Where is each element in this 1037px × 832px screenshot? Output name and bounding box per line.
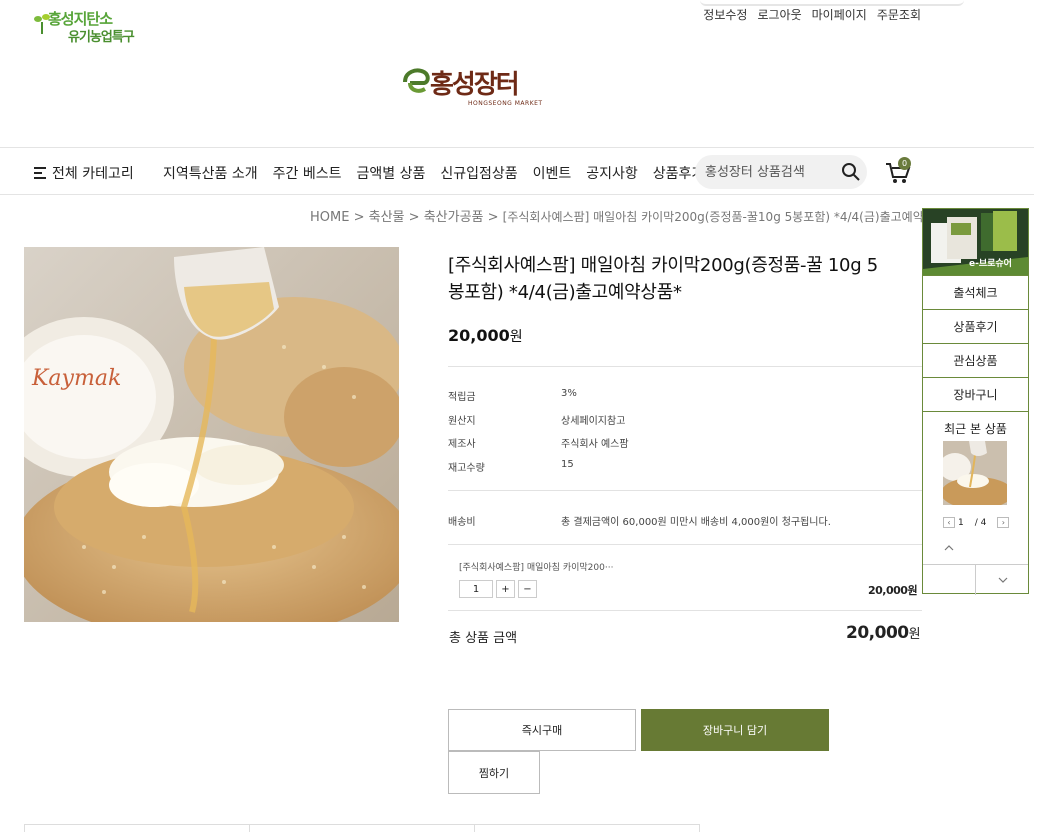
wishlist-button[interactable]: 찜하기 (448, 751, 540, 794)
shipping-label: 배송비 (448, 517, 476, 528)
product-image: Kaymak (24, 247, 399, 622)
price-value: 20,000 (448, 326, 510, 345)
detail-row-maker: 제조사 주식회사 예스팜 (448, 435, 629, 450)
site-logo[interactable]: 홍성장터 HONGSEONG MARKET (402, 64, 552, 114)
search-box (695, 155, 867, 189)
nav-item-by-price[interactable]: 금액별 상품 (356, 163, 425, 183)
top-link-order-lookup[interactable]: 주문조회 (877, 6, 921, 23)
product-photo: Kaymak (24, 247, 399, 622)
detail-row-origin: 원산지 상세페이지참고 (448, 412, 625, 427)
top-link-edit-info[interactable]: 정보수정 (703, 6, 747, 23)
quantity-minus-button[interactable]: − (518, 580, 537, 598)
option-price: 20,000원 (868, 584, 918, 597)
e-leaf-icon (403, 68, 430, 93)
divider (448, 490, 922, 491)
breadcrumb: HOME > 축산물 > 축산가공품 > [주식회사예스팜] 매일아침 카이막2… (310, 206, 922, 225)
breadcrumb-separator: > (483, 210, 503, 225)
recent-page-total: / 4 (974, 517, 987, 528)
nav-item-local-specialty[interactable]: 지역특산품 소개 (163, 163, 258, 183)
price-unit: 원 (509, 329, 523, 345)
chevron-up-icon[interactable] (943, 543, 955, 553)
total-unit: 원 (908, 627, 921, 642)
all-category-label: 전체 카테고리 (52, 166, 134, 182)
shipping-value: 총 결제금액이 60,000원 미만시 배송비 4,000원이 청구됩니다. (561, 517, 831, 528)
site-logo-text: 홍성장터 (430, 70, 520, 100)
breadcrumb-separator: > (404, 210, 424, 225)
search-input[interactable] (705, 162, 835, 182)
main-nav: 전체 카테고리 지역특산품 소개 주간 베스트 금액별 상품 신규입점상품 이벤… (0, 147, 1034, 195)
e-brochure-label: e-브로슈어 (969, 259, 1012, 269)
search-icon[interactable] (841, 162, 861, 182)
e-brochure-banner[interactable]: e-브로슈어 (923, 209, 1028, 275)
nav-item-events[interactable]: 이벤트 (533, 163, 572, 183)
detail-value: 3% (561, 388, 577, 399)
quick-wishlist[interactable]: 관심상품 (923, 343, 1028, 377)
nav-item-notices[interactable]: 공지사항 (586, 163, 638, 183)
nav-menu: 지역특산품 소개 주간 베스트 금액별 상품 신규입점상품 이벤트 공지사항 상… (163, 163, 704, 183)
detail-row-points: 적립금 3% (448, 388, 577, 403)
hamburger-icon (34, 167, 46, 179)
kaymak-label: Kaymak (31, 366, 121, 391)
detail-value: 15 (561, 459, 574, 470)
all-category-menu[interactable]: 전체 카테고리 (34, 163, 134, 183)
detail-tabs (24, 824, 700, 832)
recent-pager: ‹ 1 / 4 › (943, 517, 1010, 528)
product-title: [주식회사예스팜] 매일아침 카이막200g(증정품-꿀 10g 5봉포함) *… (448, 255, 878, 303)
quick-attendance[interactable]: 출석체크 (923, 275, 1028, 309)
detail-label: 적립금 (448, 392, 476, 403)
detail-row-shipping: 배송비 총 결제금액이 60,000원 미만시 배송비 4,000원이 청구됩니다… (448, 513, 831, 528)
detail-label: 제조사 (448, 439, 476, 450)
cart-count-badge: 0 (898, 157, 911, 170)
detail-value: 상세페이지참고 (561, 416, 626, 427)
recent-thumb-photo (943, 441, 1007, 505)
recent-products-title: 최근 본 상품 (944, 422, 1007, 436)
quick-reviews[interactable]: 상품후기 (923, 309, 1028, 343)
nav-item-weekly-best[interactable]: 주간 베스트 (273, 163, 342, 183)
region-logo[interactable]: 홍성지탄소 유기농업특구 (34, 6, 135, 48)
divider (975, 565, 976, 595)
top-link-logout[interactable]: 로그아웃 (757, 6, 801, 23)
detail-row-stock: 재고수량 15 (448, 459, 574, 474)
total-label: 총 상품 금액 (449, 631, 518, 646)
divider (923, 411, 1028, 412)
total-price: 20,000원 (846, 623, 921, 643)
detail-tab[interactable] (25, 825, 250, 832)
quick-menu: e-브로슈어 출석체크 상품후기 관심상품 장바구니 최근 본 상품 ‹ 1 /… (922, 208, 1029, 595)
chevron-down-icon[interactable] (997, 576, 1009, 584)
prev-page-button[interactable]: ‹ (943, 517, 955, 528)
next-page-button[interactable]: › (997, 517, 1010, 528)
nav-item-new-products[interactable]: 신규입점상품 (440, 163, 517, 183)
breadcrumb-current: [주식회사예스팜] 매일아침 카이막200g(증정품-꿀10g 5봉포함) *4… (502, 210, 922, 224)
total-value: 20,000 (846, 623, 909, 643)
recent-page-current: 1 (958, 517, 964, 528)
detail-label: 재고수량 (448, 463, 485, 474)
quantity-input[interactable]: 1 (459, 580, 493, 598)
detail-label: 원산지 (448, 416, 476, 427)
detail-tab[interactable] (475, 825, 699, 832)
breadcrumb-subcategory[interactable]: 축산가공품 (424, 210, 484, 225)
region-logo-line2: 유기농업특구 (68, 30, 135, 45)
recent-product-thumbnail[interactable] (943, 441, 1007, 505)
divider (448, 366, 922, 367)
divider (448, 544, 922, 545)
selected-option-name: [주식회사예스팜] 매일아침 카이막200··· (459, 563, 614, 573)
add-to-cart-button[interactable]: 장바구니 담기 (641, 709, 829, 751)
product-price: 20,000원 (448, 326, 523, 346)
quick-scroll-controls (923, 564, 1028, 595)
top-links: 정보수정 로그아웃 마이페이지 주문조회 (703, 6, 921, 23)
detail-tab[interactable] (250, 825, 475, 832)
breadcrumb-category[interactable]: 축산물 (369, 210, 405, 225)
top-link-mypage[interactable]: 마이페이지 (812, 6, 867, 23)
detail-value: 주식회사 예스팜 (561, 439, 629, 450)
breadcrumb-home[interactable]: HOME (310, 210, 349, 225)
site-logo-subtext: HONGSEONG MARKET (468, 100, 543, 107)
quick-cart[interactable]: 장바구니 (923, 377, 1028, 411)
quantity-stepper: 1 + − (459, 580, 537, 598)
divider (448, 610, 922, 611)
quantity-plus-button[interactable]: + (496, 580, 515, 598)
buy-now-button[interactable]: 즉시구매 (448, 709, 636, 751)
breadcrumb-separator: > (349, 210, 369, 225)
